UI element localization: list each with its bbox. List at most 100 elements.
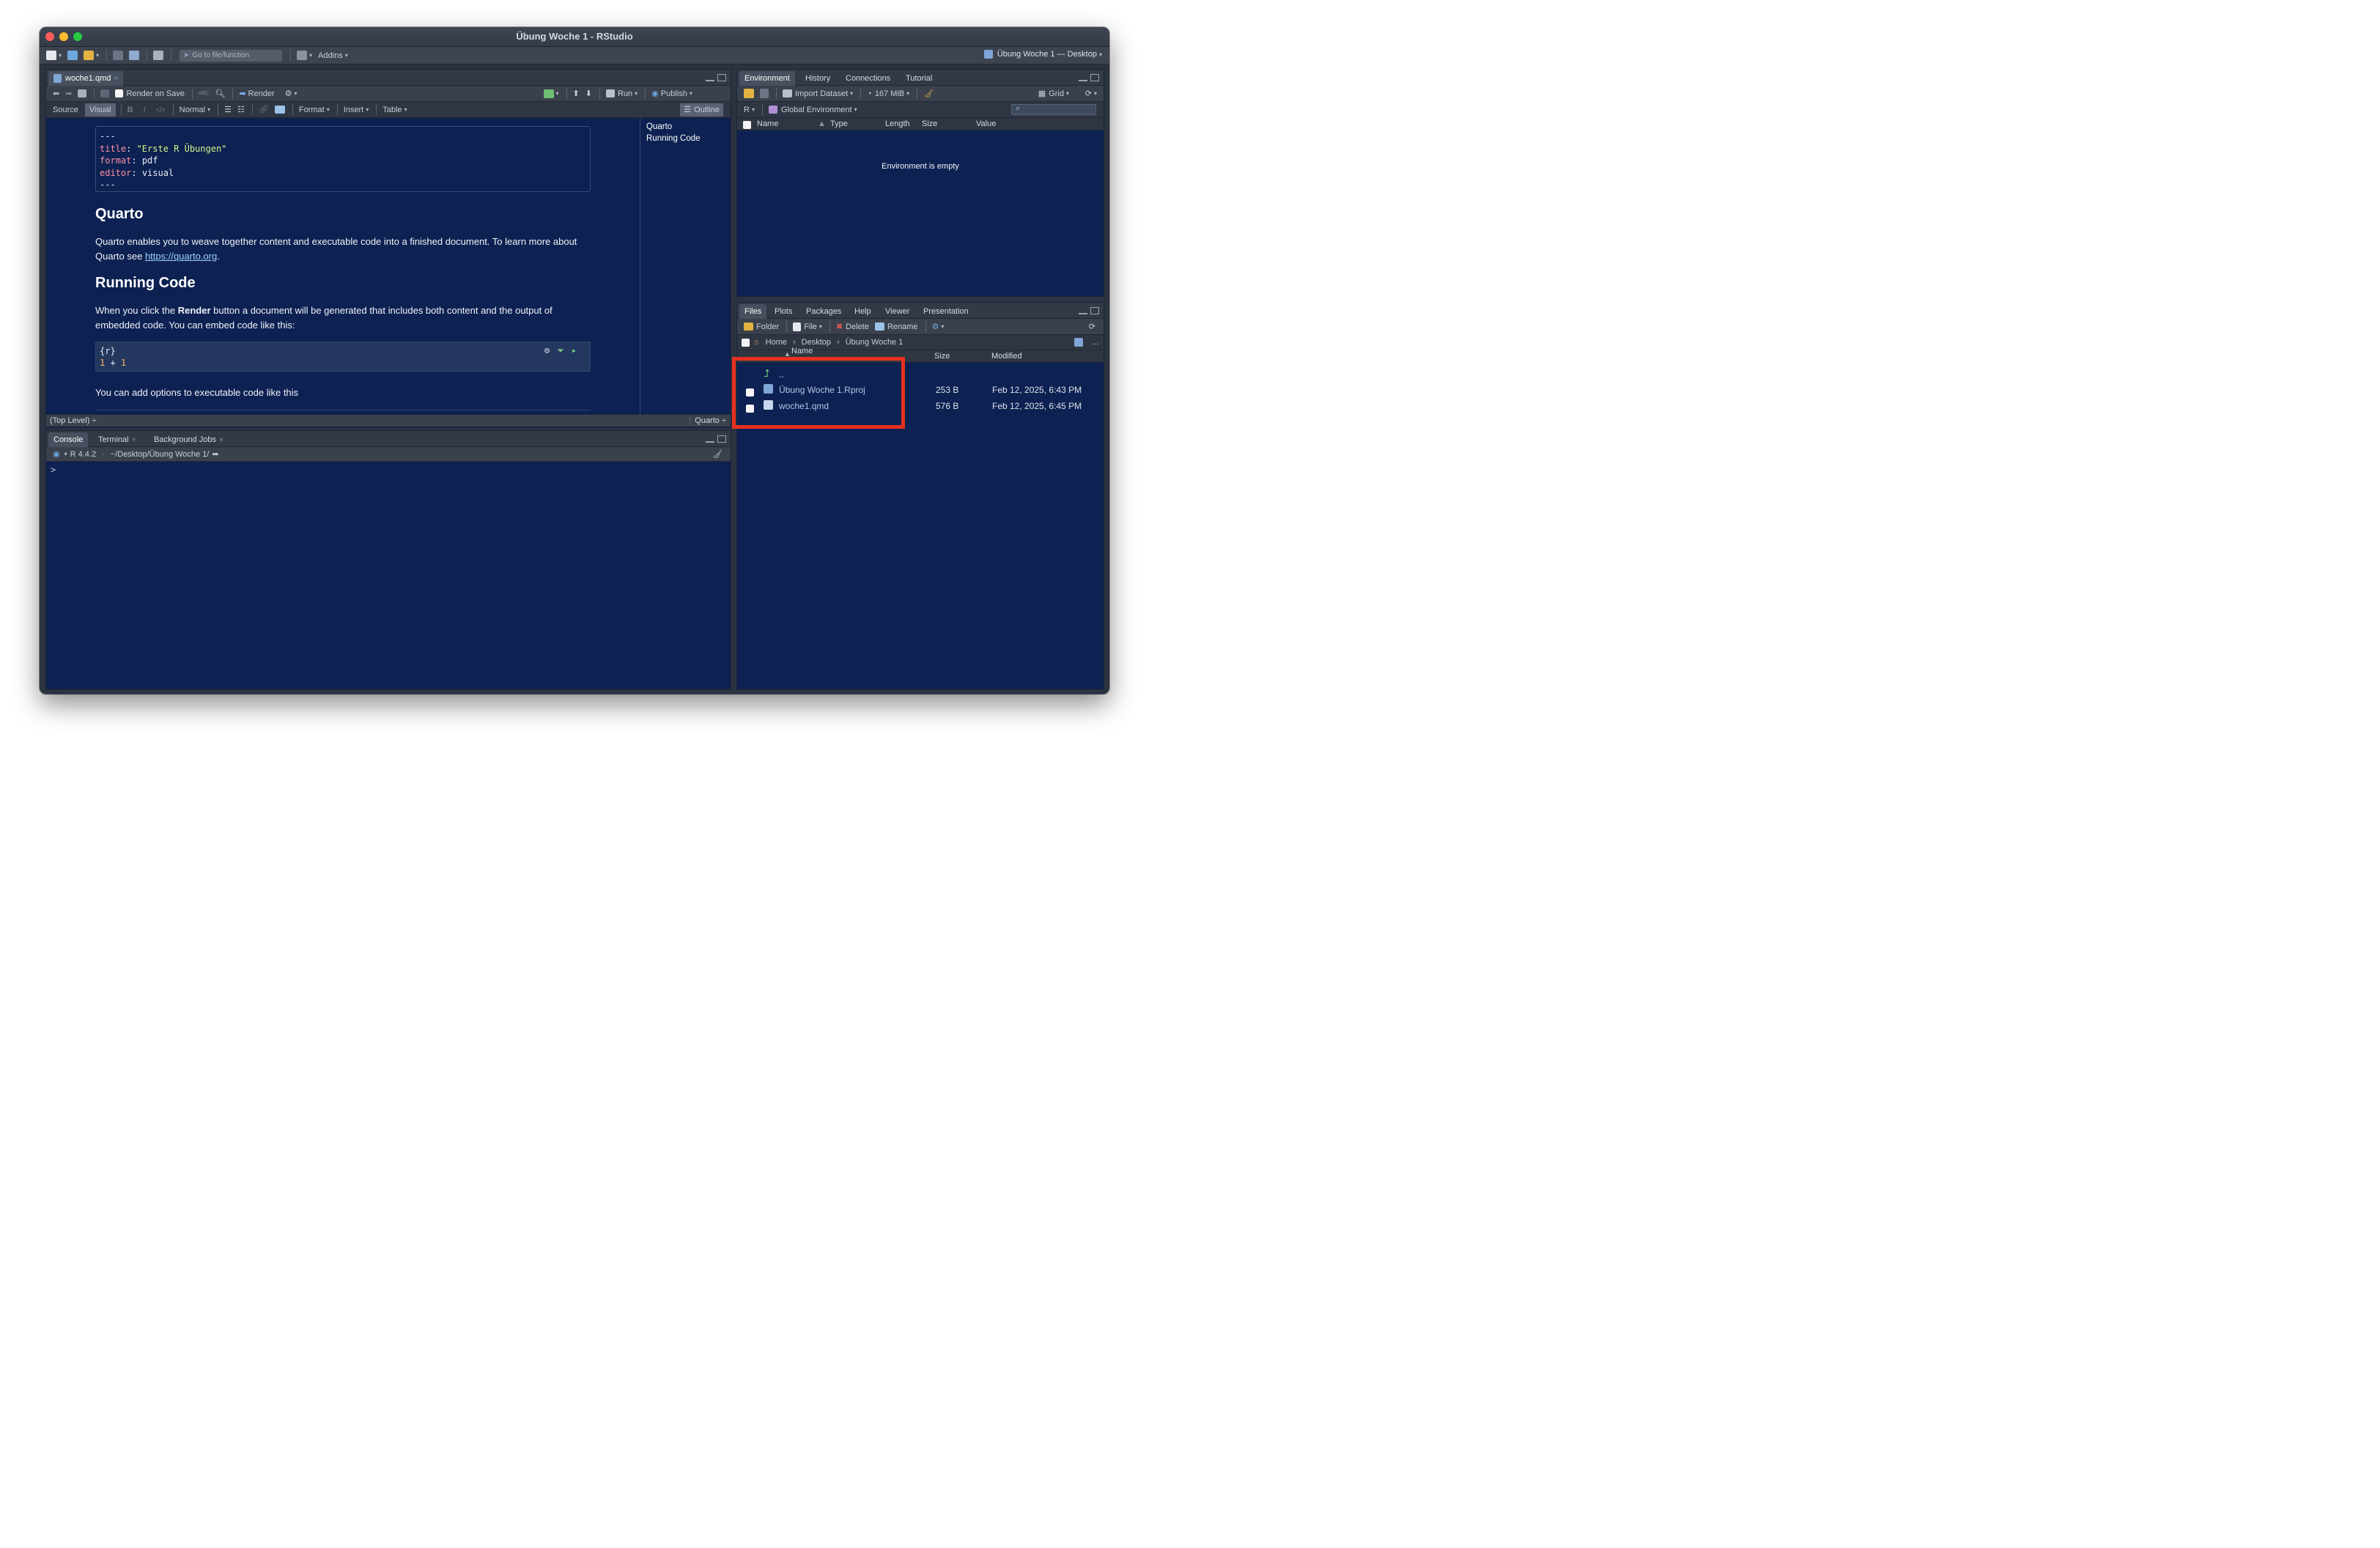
yaml-header[interactable]: --- title: "Erste R Übungen" format: pdf ed… bbox=[95, 126, 591, 192]
column-size[interactable]: Size bbox=[922, 119, 937, 128]
insert-chunk-button[interactable]: ▾ bbox=[542, 87, 561, 100]
code-chunk[interactable]: {r} 1 + 1 ⚙ ⏷ ▸ bbox=[95, 342, 591, 372]
clear-console-button[interactable]: 🧹︎ bbox=[710, 448, 725, 461]
column-value[interactable]: Value bbox=[976, 119, 996, 128]
scope-selector[interactable]: (Top Level) ÷ bbox=[50, 416, 97, 425]
tab-viewer[interactable]: Viewer bbox=[880, 304, 914, 319]
close-tab-icon[interactable]: × bbox=[219, 436, 223, 444]
image-button[interactable] bbox=[273, 103, 287, 117]
tab-environment[interactable]: Environment bbox=[739, 71, 795, 86]
prev-chunk-button[interactable]: ⬆ bbox=[571, 87, 582, 100]
console-minmax[interactable] bbox=[706, 435, 726, 443]
file-name-link[interactable]: Übung Woche 1.Rproj bbox=[779, 385, 865, 395]
file-type-selector[interactable]: Quarto ÷ bbox=[690, 416, 726, 425]
new-project-button[interactable] bbox=[65, 49, 80, 62]
column-length[interactable]: Length bbox=[885, 119, 910, 128]
block-style-select[interactable]: Normal ▾ bbox=[177, 103, 212, 117]
tab-tutorial[interactable]: Tutorial bbox=[901, 71, 937, 86]
project-menu[interactable]: Übung Woche 1 — Desktop ▾ bbox=[983, 50, 1102, 59]
memory-usage[interactable]: ◔ 167 MiB ▾ bbox=[865, 87, 912, 100]
tab-connections[interactable]: Connections bbox=[840, 71, 895, 86]
settings-button[interactable]: ⚙ ▾ bbox=[283, 87, 300, 100]
back-button[interactable]: ⬅ bbox=[51, 87, 62, 100]
forward-button[interactable]: ➡ bbox=[63, 87, 74, 100]
load-workspace-button[interactable] bbox=[742, 87, 756, 100]
more-file-commands[interactable]: ⚙ ▾ bbox=[930, 320, 947, 333]
new-blank-file-button[interactable]: File ▾ bbox=[791, 320, 824, 333]
visual-mode-button[interactable]: Visual bbox=[84, 103, 116, 117]
close-tab-icon[interactable]: × bbox=[132, 436, 136, 444]
close-tab-icon[interactable]: × bbox=[114, 75, 118, 83]
select-all-files-checkbox[interactable] bbox=[742, 338, 750, 347]
language-selector[interactable]: R ▾ bbox=[742, 103, 757, 117]
global-environment-selector[interactable]: Global Environment ▾ bbox=[766, 103, 860, 117]
render-button[interactable]: ➡ Render bbox=[237, 87, 276, 100]
tab-history[interactable]: History bbox=[800, 71, 835, 86]
spellcheck-button[interactable]: ABC bbox=[196, 87, 211, 100]
breadcrumb-home[interactable]: Home bbox=[764, 336, 789, 349]
import-dataset-menu[interactable]: Import Dataset ▾ bbox=[780, 87, 855, 100]
tab-woche1-qmd[interactable]: woche1.qmd × bbox=[48, 71, 124, 86]
render-on-save-checkbox[interactable]: Render on Save bbox=[113, 87, 187, 100]
bullet-list-button[interactable]: ☰ bbox=[222, 103, 234, 117]
editor-document[interactable]: --- title: "Erste R Übungen" format: pdf ed… bbox=[46, 118, 640, 414]
format-menu[interactable]: Format ▾ bbox=[297, 103, 332, 117]
quarto-link[interactable]: https://quarto.org bbox=[145, 251, 217, 262]
clear-environment-button[interactable]: 🧹︎ bbox=[921, 87, 936, 100]
go-to-project-icon[interactable] bbox=[1074, 338, 1083, 347]
addins-menu[interactable]: Addins ▾ bbox=[316, 49, 350, 62]
save-all-button[interactable] bbox=[127, 49, 141, 62]
run-button[interactable]: Run ▾ bbox=[604, 87, 640, 100]
code-format-button[interactable]: </> bbox=[154, 103, 168, 117]
table-menu[interactable]: Table ▾ bbox=[380, 103, 409, 117]
view-mode-menu[interactable]: ▦ Grid ▾ bbox=[1036, 87, 1071, 100]
column-file-size[interactable]: Size bbox=[934, 352, 950, 361]
environment-search-input[interactable]: ⌕ bbox=[1011, 104, 1096, 115]
pane-minmax[interactable] bbox=[706, 74, 726, 81]
chunk-options-icon[interactable]: ⚙ bbox=[544, 344, 550, 356]
run-chunk-icon[interactable]: ▸ bbox=[572, 344, 577, 356]
publish-button[interactable]: ◉ Publish ▾ bbox=[649, 87, 695, 100]
refresh-files-button[interactable]: ⟳ bbox=[1087, 320, 1098, 333]
file-row[interactable]: woche1.qmd 576 B Feb 12, 2025, 6:45 PM bbox=[737, 398, 1104, 413]
files-minmax[interactable] bbox=[1079, 307, 1099, 314]
console-prompt[interactable]: > bbox=[51, 465, 56, 475]
parent-directory-row[interactable]: ⮥ .. bbox=[737, 366, 1104, 382]
file-name-link[interactable]: woche1.qmd bbox=[779, 401, 829, 411]
rename-button[interactable]: Rename bbox=[873, 320, 920, 333]
italic-button[interactable]: I bbox=[141, 103, 148, 117]
bold-button[interactable]: B bbox=[125, 103, 136, 117]
column-type[interactable]: Type bbox=[830, 119, 848, 128]
open-file-button[interactable]: ▾ bbox=[81, 49, 101, 62]
tab-presentation[interactable]: Presentation bbox=[918, 304, 974, 319]
save-workspace-button[interactable] bbox=[758, 87, 771, 100]
tab-help[interactable]: Help bbox=[849, 304, 876, 319]
next-chunk-button[interactable]: ⬇ bbox=[583, 87, 594, 100]
column-name[interactable]: Name bbox=[757, 119, 778, 128]
file-row[interactable]: Übung Woche 1.Rproj 253 B Feb 12, 2025, 6:… bbox=[737, 382, 1104, 397]
new-folder-button[interactable]: Folder bbox=[742, 320, 781, 333]
outline-item[interactable]: Running Code bbox=[646, 133, 725, 144]
link-button[interactable]: 🔗︎ bbox=[256, 103, 271, 117]
outline-toggle[interactable]: ☰ Outline bbox=[680, 103, 723, 117]
print-button[interactable] bbox=[151, 49, 166, 62]
tab-background-jobs[interactable]: Background Jobs × bbox=[149, 432, 229, 447]
r-version-selector[interactable]: ◉ ▾ R 4.4.2 bbox=[51, 448, 98, 461]
save-button[interactable] bbox=[111, 49, 125, 62]
insert-menu[interactable]: Insert ▾ bbox=[341, 103, 372, 117]
outline-item[interactable]: Quarto bbox=[646, 121, 725, 133]
tab-terminal[interactable]: Terminal × bbox=[93, 432, 141, 447]
column-file-name[interactable]: Name bbox=[791, 347, 813, 355]
tab-files[interactable]: Files bbox=[739, 304, 767, 319]
more-dirs-button[interactable]: ... bbox=[1090, 336, 1101, 349]
tab-plots[interactable]: Plots bbox=[769, 304, 797, 319]
find-button[interactable]: 🔍︎ bbox=[212, 87, 227, 100]
refresh-environment-button[interactable]: ⟳ ▾ bbox=[1083, 87, 1099, 100]
column-modified[interactable]: Modified bbox=[991, 352, 1022, 361]
working-directory[interactable]: ~/Desktop/Übung Woche 1/➦ bbox=[108, 448, 221, 461]
home-icon[interactable]: ⌂ bbox=[754, 338, 759, 347]
new-file-button[interactable]: ▾ bbox=[44, 49, 64, 62]
select-all-checkbox[interactable] bbox=[743, 121, 751, 129]
tab-packages[interactable]: Packages bbox=[801, 304, 846, 319]
save-doc-button[interactable] bbox=[98, 87, 111, 100]
